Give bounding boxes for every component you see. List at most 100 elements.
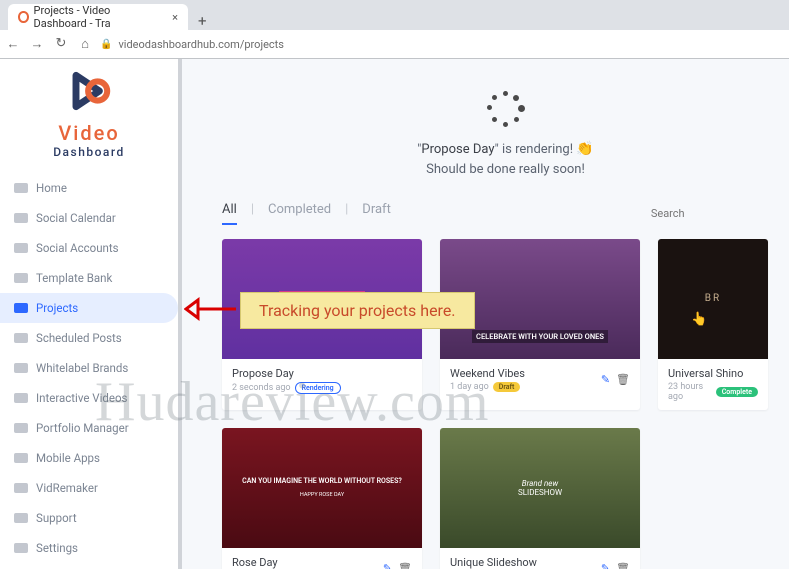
search-input[interactable] — [651, 207, 789, 220]
projects-icon — [14, 303, 28, 313]
card-actions: ✎ 🗑 — [601, 373, 630, 386]
project-title: Weekend Vibes — [450, 367, 595, 380]
logo-line1: Video — [22, 121, 156, 145]
status-text: " is rendering! — [495, 142, 577, 157]
card-footer: Rose Day 1 day agoComplete ✎ 🗑 — [222, 548, 422, 569]
card-footer: Unique Slideshow 7 days agoComplete ✎ 🗑 — [440, 548, 640, 569]
sidebar-item-social-accounts[interactable]: Social Accounts — [0, 233, 178, 263]
nav-controls: ← → ↻ ⌂ — [6, 36, 92, 52]
home-icon[interactable]: ⌂ — [78, 36, 92, 52]
nav-label: Social Calendar — [36, 211, 116, 225]
sidebar-item-whitelabel[interactable]: Whitelabel Brands — [0, 353, 178, 383]
project-time: 23 hours ago — [668, 382, 712, 402]
nav-label: Template Bank — [36, 271, 112, 285]
project-title: Universal Shino — [668, 367, 758, 380]
sidebar-item-interactive-videos[interactable]: Interactive Videos — [0, 383, 178, 413]
reload-icon[interactable]: ↻ — [54, 36, 68, 52]
project-title: Propose Day — [232, 367, 412, 380]
card-footer: Propose Day 2 seconds agoRendering — [222, 359, 422, 402]
loading-spinner-icon — [487, 91, 525, 129]
project-card[interactable]: Brand newSLIDESHOW Unique Slideshow 7 da… — [440, 428, 640, 569]
card-info: Propose Day 2 seconds agoRendering — [232, 367, 412, 394]
thumb-text: CAN YOU IMAGINE THE WORLD WITHOUT ROSES? — [242, 477, 402, 486]
sidebar-item-social-calendar[interactable]: Social Calendar — [0, 203, 178, 233]
nav-label: Home — [36, 181, 67, 195]
nav-label: Social Accounts — [36, 241, 119, 255]
address-bar[interactable]: 🔒 videodashboardhub.com/projects — [100, 38, 284, 51]
nav-label: Whitelabel Brands — [36, 361, 128, 375]
sidebar-item-mobile-apps[interactable]: Mobile Apps — [0, 443, 178, 473]
project-title: Unique Slideshow — [450, 556, 595, 569]
mobile-icon — [14, 453, 28, 463]
card-info: Weekend Vibes 1 day agoDraft — [450, 367, 595, 392]
render-status: "Propose Day" is rendering! 👏 Should be … — [222, 139, 789, 180]
status-badge: Complete — [716, 387, 758, 397]
logo-line2: Dashboard — [22, 145, 156, 159]
tab-draft[interactable]: Draft — [362, 202, 391, 225]
nav-list: Home Social Calendar Social Accounts Tem… — [0, 173, 178, 563]
edit-icon[interactable]: ✎ — [601, 373, 610, 386]
status-badge: Draft — [493, 382, 521, 392]
card-footer: Weekend Vibes 1 day agoDraft ✎ 🗑 — [440, 359, 640, 400]
filter-row: All | Completed | Draft — [222, 202, 789, 225]
clap-icon: 👏 — [576, 141, 593, 157]
logo: Video Dashboard — [0, 59, 178, 165]
project-thumbnail: Brand newSLIDESHOW — [440, 428, 640, 548]
sidebar-item-settings[interactable]: Settings — [0, 533, 178, 563]
support-icon — [14, 513, 28, 523]
cursor-icon: 👆 — [691, 312, 707, 327]
thumb-subtext: HAPPY ROSE DAY — [300, 492, 344, 498]
url-text: videodashboardhub.com/projects — [118, 38, 283, 51]
sidebar-item-projects[interactable]: Projects — [0, 293, 178, 323]
forward-icon[interactable]: → — [30, 36, 44, 52]
delete-icon[interactable]: 🗑 — [616, 373, 630, 386]
card-info: Rose Day 1 day agoComplete — [232, 556, 377, 569]
sidebar-item-vidremaker[interactable]: VidRemaker — [0, 473, 178, 503]
favicon-icon — [18, 11, 29, 23]
thumb-text: CELEBRATE WITH YOUR LOVED ONES — [472, 330, 608, 343]
thumb-text: BR — [705, 293, 721, 304]
new-tab-button[interactable]: + — [188, 12, 217, 30]
nav-label: Support — [36, 511, 77, 525]
project-meta: 2 seconds agoRendering — [232, 382, 412, 394]
sidebar-item-template-bank[interactable]: Template Bank — [0, 263, 178, 293]
nav-label: Mobile Apps — [36, 451, 100, 465]
tab-separator: | — [345, 202, 348, 225]
logo-icon — [63, 65, 115, 117]
home-nav-icon — [14, 183, 28, 193]
portfolio-icon — [14, 423, 28, 433]
card-info: Universal Shino 23 hours ago Complete — [668, 367, 758, 402]
vidremaker-icon — [14, 483, 28, 493]
back-icon[interactable]: ← — [6, 36, 20, 52]
project-time: 2 seconds ago — [232, 383, 291, 393]
sidebar-item-home[interactable]: Home — [0, 173, 178, 203]
sidebar-item-support[interactable]: Support — [0, 503, 178, 533]
close-tab-icon[interactable]: × — [172, 11, 178, 24]
nav-label: Portfolio Manager — [36, 421, 129, 435]
annotation-arrow-icon — [184, 294, 238, 328]
tab-strip: Projects - Video Dashboard - Tra × + — [0, 0, 789, 30]
project-card[interactable]: BR Universal Shino 23 hours ago Complete — [658, 239, 768, 410]
project-card[interactable]: CAN YOU IMAGINE THE WORLD WITHOUT ROSES?… — [222, 428, 422, 569]
project-title: Rose Day — [232, 556, 377, 569]
schedule-icon — [14, 333, 28, 343]
thumb-text: Brand new — [522, 479, 558, 488]
project-thumbnail: BR — [658, 239, 768, 359]
filter-tabs: All | Completed | Draft — [222, 202, 391, 225]
browser-tab[interactable]: Projects - Video Dashboard - Tra × — [8, 4, 188, 30]
status-line2: Should be done really soon! — [426, 162, 585, 177]
tab-completed[interactable]: Completed — [268, 202, 331, 225]
nav-label: Projects — [36, 301, 78, 315]
project-grid: Let's be one, forever! Propose Day 2 sec… — [222, 239, 789, 569]
tab-all[interactable]: All — [222, 202, 237, 225]
sidebar-item-scheduled-posts[interactable]: Scheduled Posts — [0, 323, 178, 353]
nav-label: Interactive Videos — [36, 391, 128, 405]
sidebar-item-portfolio[interactable]: Portfolio Manager — [0, 413, 178, 443]
tab-title: Projects - Video Dashboard - Tra — [34, 4, 162, 30]
whitelabel-icon — [14, 363, 28, 373]
project-meta: 1 day agoDraft — [450, 382, 595, 392]
interactive-icon — [14, 393, 28, 403]
nav-label: Scheduled Posts — [36, 331, 122, 345]
thumb-subtext: SLIDESHOW — [518, 488, 562, 497]
nav-label: Settings — [36, 541, 78, 555]
